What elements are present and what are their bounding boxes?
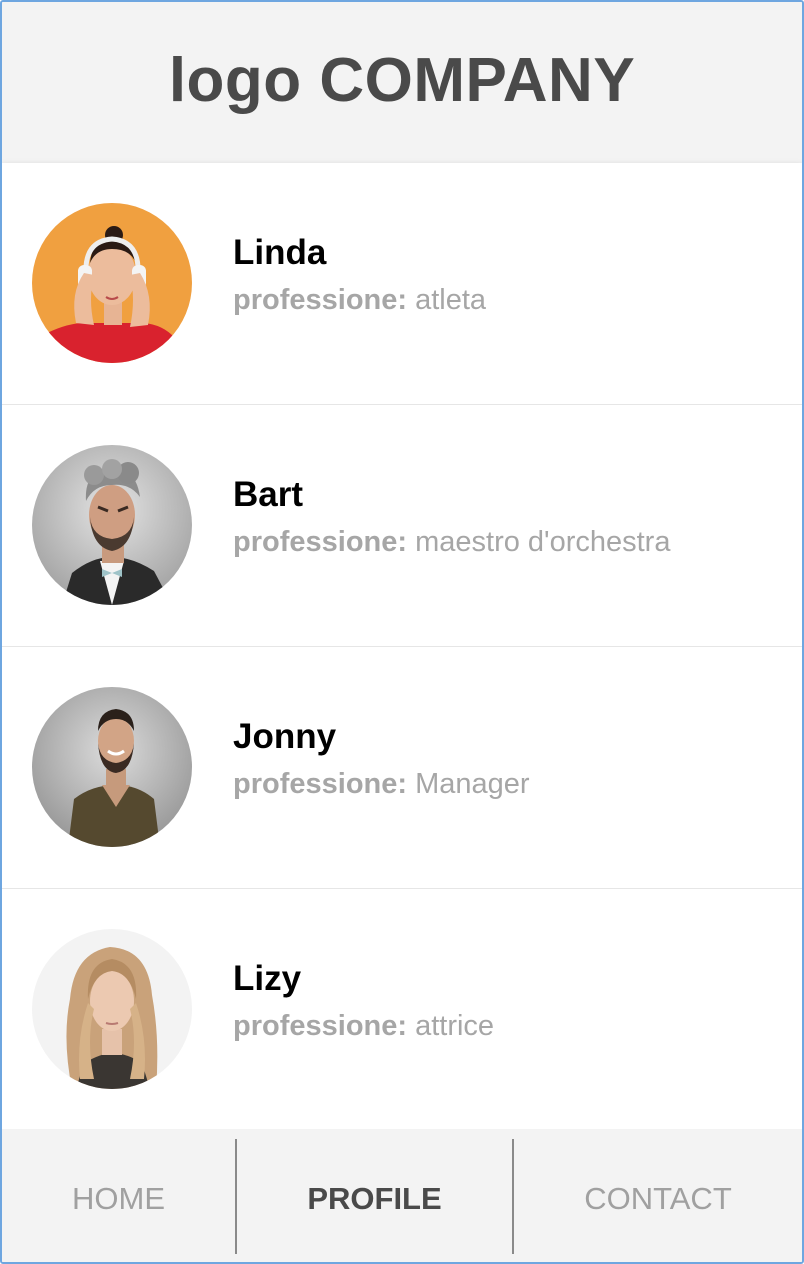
avatar-photo-linda	[32, 203, 192, 363]
profession-label: professione:	[233, 526, 408, 558]
avatar-photo-lizy	[32, 929, 192, 1089]
profile-name: Jonny	[233, 717, 337, 756]
profile-profession: professione: Manager	[233, 767, 530, 801]
tab-contact[interactable]: CONTACT	[514, 1129, 802, 1262]
profession-value: attrice	[415, 1010, 495, 1042]
avatar-photo-jonny	[32, 687, 192, 847]
profile-info: Bart professione: maestro d'orchestra	[233, 475, 670, 559]
profile-info: Linda professione: atleta	[233, 233, 486, 317]
profile-profession: professione: atleta	[233, 283, 486, 317]
avatar-photo-bart	[32, 445, 192, 605]
avatar	[32, 445, 192, 605]
profession-value: Manager	[415, 768, 530, 800]
profession-label: professione:	[233, 284, 408, 316]
list-item[interactable]: Jonny professione: Manager	[2, 647, 802, 889]
profession-value: maestro d'orchestra	[415, 526, 671, 558]
profile-info: Lizy professione: attrice	[233, 959, 494, 1043]
avatar	[32, 929, 192, 1089]
profession-label: professione:	[233, 768, 408, 800]
list-item[interactable]: Linda professione: atleta	[2, 163, 802, 405]
header: logo COMPANY	[2, 2, 802, 163]
profession-label: professione:	[233, 1010, 408, 1042]
profile-info: Jonny professione: Manager	[233, 717, 530, 801]
bottom-tab-bar: HOME PROFILE CONTACT	[2, 1129, 802, 1262]
profession-value: atleta	[415, 284, 487, 316]
profile-name: Linda	[233, 233, 327, 272]
list-item[interactable]: Bart professione: maestro d'orchestra	[2, 405, 802, 647]
avatar	[32, 687, 192, 847]
tab-profile[interactable]: PROFILE	[235, 1139, 514, 1254]
profile-profession: professione: attrice	[233, 1009, 494, 1043]
app-frame: logo COMPANY Linda professione: atleta B…	[0, 0, 804, 1264]
avatar	[32, 203, 192, 363]
profile-list: Linda professione: atleta Bart professio…	[2, 163, 802, 1129]
profile-name: Bart	[233, 475, 304, 514]
profile-name: Lizy	[233, 959, 302, 998]
company-logo-title: logo COMPANY	[168, 46, 636, 115]
profile-profession: professione: maestro d'orchestra	[233, 525, 670, 559]
tab-home[interactable]: HOME	[2, 1129, 235, 1262]
list-item[interactable]: Lizy professione: attrice	[2, 889, 802, 1129]
